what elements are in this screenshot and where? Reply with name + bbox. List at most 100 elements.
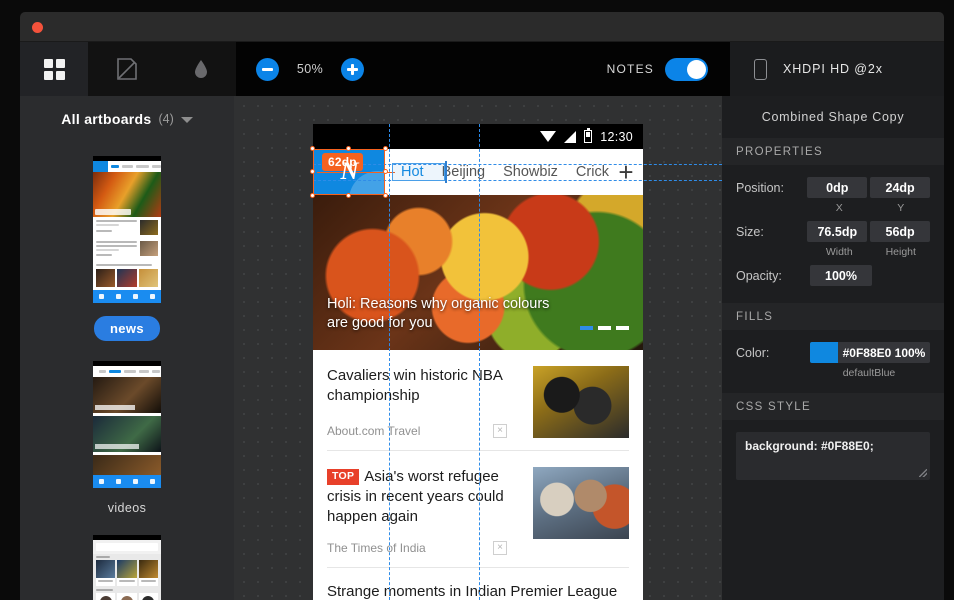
toggle-artboards-panel-button[interactable] [20,42,88,96]
phone-icon [754,58,767,80]
window-titlebar [20,12,944,42]
opacity-row: Opacity: 100% [736,265,930,286]
battery-icon [584,127,593,143]
notes-toggle-switch[interactable] [665,57,708,81]
resize-handle-icon[interactable] [919,469,927,477]
top-badge: TOP [327,469,360,485]
news-title: TOP Asia's worst refugee crisis in recent… [327,467,521,527]
design-canvas[interactable]: 12:30 N Hot Beijing Showbiz Cricket + [234,96,722,600]
grid-icon [43,58,65,80]
horizontal-guide-bottom [313,180,722,181]
wifi-icon [540,131,557,142]
device-label: XHDPI HD @2x [783,62,883,76]
zoom-controls: 50% [236,42,607,96]
logo-letter: N [340,158,358,185]
tool-group [88,42,236,96]
position-x-sublabel: X [835,202,843,214]
color-swatch[interactable] [810,342,838,363]
size-height-field[interactable]: 56dp [870,221,931,242]
text-selection-box [392,163,445,181]
css-code-box[interactable]: background: #0F88E0; [736,432,930,480]
app-window: 50% NOTES XHDPI HD @2x All artboards (4) [0,0,954,600]
signal-icon [564,130,577,143]
artboard-preview: 12:30 N Hot Beijing Showbiz Cricket + [313,124,643,600]
dismiss-icon[interactable]: × [493,424,507,438]
tab-showbiz[interactable]: Showbiz [503,164,558,180]
css-section-header: CSS STYLE [722,393,944,420]
news-item[interactable]: TOP Asia's worst refugee crisis in recent… [327,451,629,568]
tab-cricket[interactable]: Cricket [576,164,609,180]
news-source: The Times of India [327,540,426,555]
dismiss-icon[interactable]: × [493,540,507,555]
zoom-out-button[interactable] [256,57,279,81]
vertical-guide-left [389,124,390,600]
css-code-text: background: #0F88E0; [745,439,874,453]
artboard-thumbnail [93,535,161,600]
artboard-thumbnail [93,156,161,303]
notes-toggle-group: NOTES [606,42,730,96]
artboard-item-3[interactable] [20,535,234,600]
size-sublabels: Width Height [810,246,930,258]
position-sublabels: X Y [810,202,930,214]
artboard-thumbnail [93,361,161,488]
note-icon[interactable] [116,57,138,81]
news-thumbnail [533,467,629,539]
news-item[interactable]: Strange moments in Indian Premier League [327,568,629,600]
android-status-bar: 12:30 [313,124,643,149]
artboard-item-videos[interactable]: videos [20,361,234,515]
artboards-list: news videos [20,142,234,600]
news-title: Strange moments in Indian Premier League [327,582,618,600]
fills-section-header: FILLS [722,303,944,330]
news-list: Cavaliers win historic NBA championship … [313,350,643,600]
text-caret [445,161,447,183]
status-time: 12:30 [600,129,633,144]
main-toolbar: 50% NOTES XHDPI HD @2x [20,42,944,96]
news-meta: About.com Travel × [327,410,521,438]
artboard-label: videos [107,501,147,515]
color-label: Color: [736,345,770,360]
size-width-sublabel: Width [825,246,853,258]
artboards-sidebar: All artboards (4) news videos [20,96,234,600]
carousel-indicator[interactable] [580,326,629,330]
properties-section-header: PROPERTIES [722,138,944,165]
horizontal-guide-top [313,164,722,165]
artboards-title: All artboards [61,111,152,127]
artboards-filter-dropdown[interactable]: All artboards (4) [20,96,234,142]
color-name-label: defaultBlue [842,367,896,379]
news-source: About.com Travel [327,424,421,438]
position-y-sublabel: Y [897,202,905,214]
opacity-label: Opacity: [736,268,782,283]
position-x-field[interactable]: 0dp [807,177,868,198]
chevron-down-icon [180,117,193,123]
size-label: Size: [736,224,764,239]
device-preset-selector[interactable]: XHDPI HD @2x [730,42,944,96]
color-value-field[interactable]: #0F88E0 100% [838,342,930,363]
artboards-count: (4) [158,112,174,126]
news-thumbnail [533,366,629,438]
color-row: Color: #0F88E0 100% [736,342,930,363]
size-height-sublabel: Height [885,246,916,258]
size-width-field[interactable]: 76.5dp [807,221,868,242]
fills-body: Color: #0F88E0 100% defaultBlue [722,330,944,379]
position-y-field[interactable]: 24dp [870,177,931,198]
properties-body: Position: 0dp 24dp X Y Size: 76.5dp 56dp… [722,165,944,286]
close-window-button[interactable] [32,22,43,33]
news-title: Cavaliers win historic NBA championship [327,367,503,404]
news-item[interactable]: Cavaliers win historic NBA championship … [327,350,629,451]
add-category-button[interactable]: + [609,159,643,185]
toggle-knob [687,59,706,79]
size-row: Size: 76.5dp 56dp [736,221,931,242]
artboard-label: news [93,316,161,341]
position-row: Position: 0dp 24dp [736,177,931,198]
layer-name: Combined Shape Copy [761,110,905,124]
hero-carousel[interactable]: Holi: Reasons why organic colours are go… [313,195,643,350]
position-label: Position: [736,180,784,195]
hero-caption: Holi: Reasons why organic colours are go… [327,295,550,332]
vertical-guide-right [479,124,480,600]
drop-icon[interactable] [193,59,209,79]
zoom-in-button[interactable] [341,57,364,81]
notes-label: NOTES [606,62,654,76]
inspector-panel: Combined Shape Copy PROPERTIES Position:… [722,96,944,600]
opacity-field[interactable]: 100% [810,265,872,286]
artboard-item-news[interactable]: news [20,156,234,341]
